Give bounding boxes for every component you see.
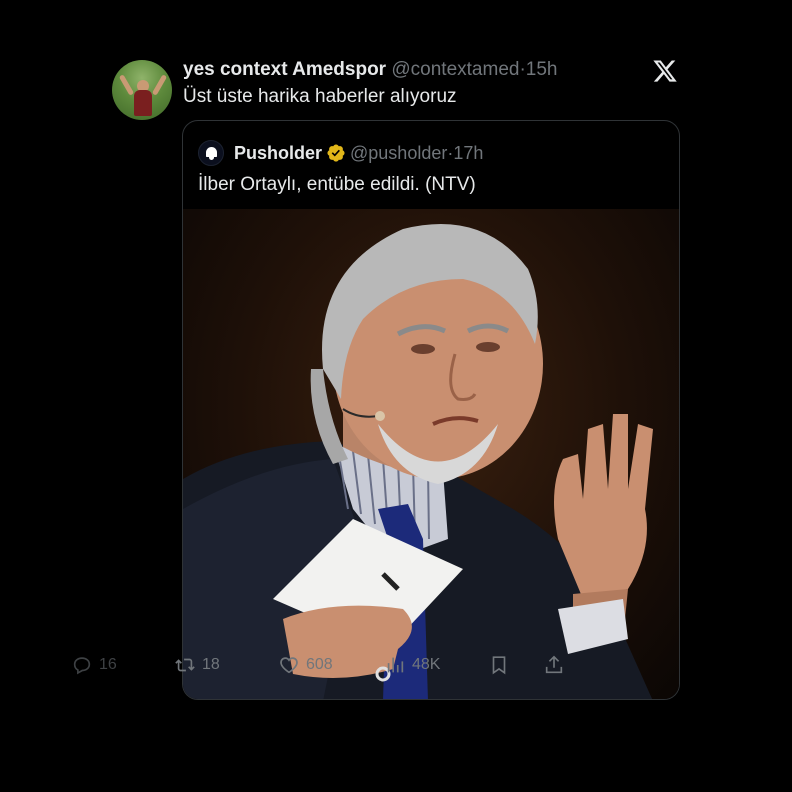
- verified-badge-icon: [327, 144, 345, 162]
- quoted-tweet-photo[interactable]: [183, 209, 679, 699]
- bookmark-button[interactable]: [488, 654, 516, 676]
- bookmark-icon: [492, 656, 506, 675]
- views-button[interactable]: 48K: [384, 654, 440, 676]
- tweet-actions: 16 18 608 48K: [70, 654, 568, 680]
- tweet-header: yes context Amedspor @contextamed·15h: [183, 58, 557, 82]
- reply-icon: [73, 657, 91, 675]
- quoted-tweet-header: Pusholder @pusholder · 17h: [198, 140, 483, 166]
- quoted-author-name[interactable]: Pusholder: [234, 141, 322, 165]
- bell-clapper: [209, 157, 214, 160]
- quoted-tweet[interactable]: Pusholder @pusholder · 17h İlber Ortaylı, …: [182, 120, 680, 700]
- like-button[interactable]: 608: [278, 654, 333, 676]
- quoted-author-avatar[interactable]: [198, 140, 224, 166]
- avatar-figure-body: [134, 90, 152, 116]
- author-name[interactable]: yes context Amedspor: [183, 59, 386, 80]
- heart-icon: [280, 657, 298, 674]
- like-count: 608: [306, 656, 333, 673]
- repost-count: 18: [202, 656, 220, 673]
- quoted-tweet-time[interactable]: 17h: [453, 141, 483, 165]
- views-count: 48K: [412, 656, 441, 673]
- author-avatar[interactable]: [112, 60, 172, 120]
- quoted-tweet-text: İlber Ortaylı, entübe edildi. (NTV): [198, 174, 476, 195]
- repost-icon: [175, 658, 195, 672]
- quoted-author-handle[interactable]: @pusholder: [350, 141, 447, 165]
- avatar-figure-arm: [118, 74, 135, 96]
- reply-button[interactable]: 16: [71, 654, 117, 676]
- tweet-time[interactable]: 15h: [526, 59, 558, 80]
- photo-illustration: [183, 224, 653, 699]
- views-chart-icon: [387, 657, 404, 673]
- share-icon: [545, 655, 563, 674]
- bell-icon: [206, 147, 217, 157]
- share-button[interactable]: [543, 654, 571, 676]
- avatar-figure-arm: [151, 74, 168, 96]
- tweet-text: Üst üste harika haberler alıyoruz: [183, 86, 457, 107]
- repost-button[interactable]: 18: [174, 654, 220, 676]
- reply-count: 16: [99, 656, 117, 673]
- author-handle[interactable]: @contextamed: [391, 59, 519, 80]
- x-logo-icon: [653, 60, 677, 82]
